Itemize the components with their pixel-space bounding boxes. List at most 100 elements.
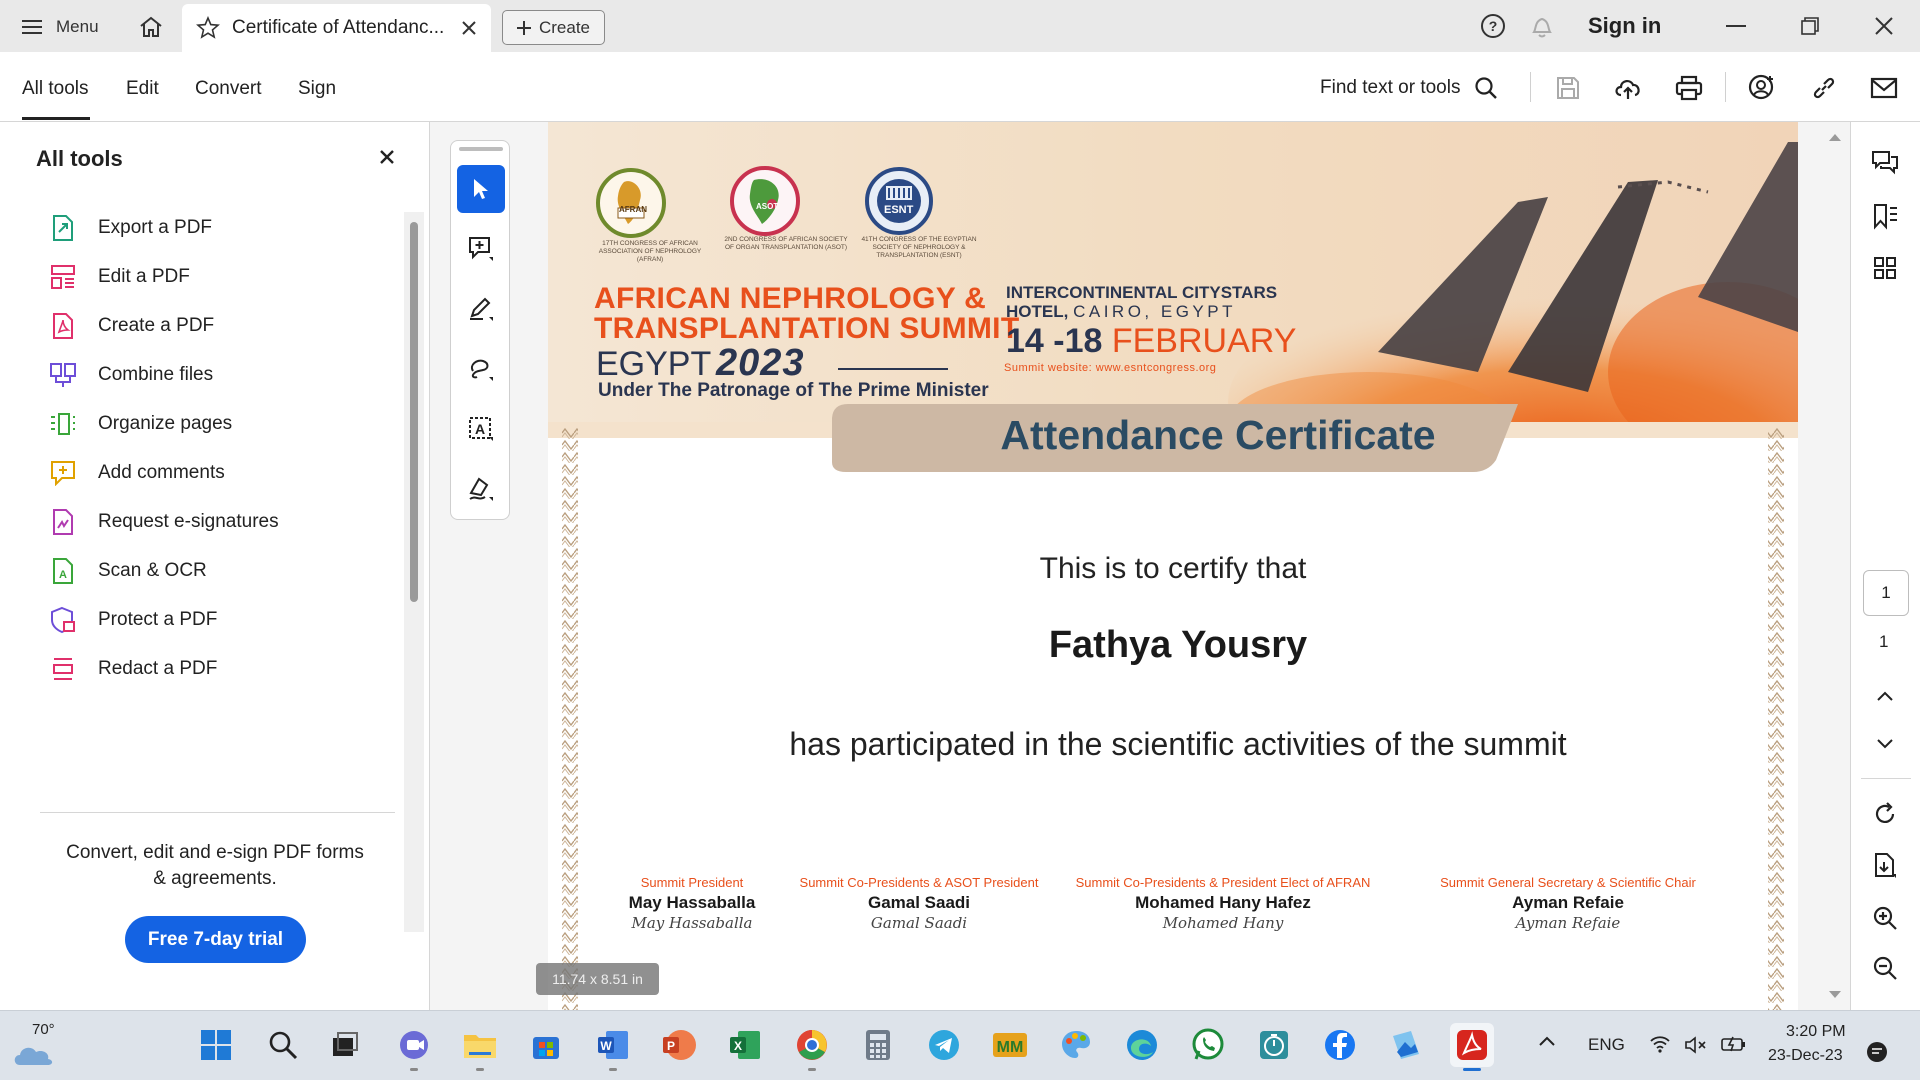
minimize-icon (1726, 25, 1746, 27)
close-window-button[interactable] (1866, 12, 1902, 40)
close-tab-icon[interactable] (461, 20, 477, 36)
request-esign-icon (48, 507, 78, 537)
tool-create-pdf[interactable]: Create a PDF (48, 310, 388, 342)
thumbnails-grid-icon[interactable] (1865, 248, 1905, 288)
tool-combine-files[interactable]: Combine files (48, 359, 388, 391)
create-button[interactable]: Create (502, 10, 605, 45)
tray-overflow-chevron-icon[interactable] (1538, 1035, 1556, 1047)
taskbar-powerpoint[interactable]: P (657, 1023, 701, 1067)
add-comment-tool[interactable] (457, 225, 505, 273)
email-icon[interactable] (1868, 72, 1900, 104)
free-trial-button[interactable]: Free 7-day trial (125, 916, 306, 963)
taskbar-excel[interactable]: X (723, 1023, 767, 1067)
rail-divider (1861, 778, 1911, 779)
taskbar-store[interactable] (524, 1023, 568, 1067)
document-tab[interactable]: Certificate of Attendanc... (182, 4, 491, 52)
taskbar-teams[interactable] (392, 1023, 436, 1071)
all-tools-panel: All tools Export a PDF Edit a PDF Create… (0, 122, 430, 1010)
print-icon[interactable] (1673, 72, 1705, 104)
taskbar-clock-app[interactable] (1252, 1023, 1296, 1067)
tool-organize-pages[interactable]: Organize pages (48, 408, 388, 440)
signature-scribble: Mohamed Hany (1162, 914, 1284, 932)
bookmarks-icon[interactable] (1865, 196, 1905, 236)
tool-protect-pdf[interactable]: Protect a PDF (48, 604, 388, 636)
home-icon (140, 16, 162, 37)
page-up-icon[interactable] (1865, 676, 1905, 716)
panel-close-icon[interactable] (380, 150, 394, 164)
comments-panel-icon[interactable] (1865, 142, 1905, 182)
taskbar-task-view[interactable] (323, 1023, 367, 1067)
tab-sign[interactable]: Sign (298, 78, 336, 100)
link-icon[interactable] (1808, 72, 1840, 104)
notification-center-icon[interactable] (1866, 1041, 1888, 1063)
taskbar-whatsapp[interactable] (1186, 1023, 1230, 1067)
dates-month: FEBRUARY (1111, 322, 1297, 360)
rotate-icon[interactable] (1865, 794, 1905, 834)
scroll-down-icon[interactable] (1828, 990, 1842, 1000)
restore-button[interactable] (1792, 12, 1828, 40)
toolbar-grip[interactable] (459, 147, 503, 151)
venue-city: CAIRO, EGYPT (1073, 302, 1236, 321)
panel-scrollbar[interactable] (410, 222, 418, 602)
taskbar-facebook[interactable] (1318, 1023, 1362, 1067)
sign-tool[interactable] (457, 465, 505, 513)
select-tool-button[interactable] (457, 165, 505, 213)
zoom-in-icon[interactable] (1865, 898, 1905, 938)
esnt-logo (865, 167, 933, 235)
tab-edit[interactable]: Edit (126, 78, 159, 100)
taskbar-chrome[interactable] (790, 1023, 834, 1071)
page-extract-icon[interactable] (1865, 846, 1905, 886)
taskbar-calculator[interactable] (856, 1023, 900, 1067)
cloud-upload-icon[interactable] (1612, 72, 1644, 104)
weather-widget[interactable]: 70° (12, 1021, 72, 1071)
taskbar-photos[interactable] (1384, 1023, 1428, 1067)
tool-add-comments[interactable]: Add comments (48, 457, 388, 489)
highlight-tool[interactable] (457, 285, 505, 333)
star-icon[interactable] (196, 16, 220, 40)
toolbar-separator (1725, 72, 1726, 102)
taskbar-telegram[interactable] (922, 1023, 966, 1067)
help-icon[interactable]: ? (1480, 13, 1506, 39)
asot-logo (730, 166, 800, 236)
tab-all-tools[interactable]: All tools (22, 78, 89, 100)
save-icon[interactable] (1552, 72, 1584, 104)
tool-export-pdf[interactable]: Export a PDF (48, 212, 388, 244)
find-text-or-tools[interactable]: Find text or tools (1320, 76, 1498, 100)
sign-in-link[interactable]: Sign in (1588, 13, 1661, 39)
tool-scan-ocr[interactable]: A Scan & OCR (48, 555, 388, 587)
battery-charging-icon[interactable] (1720, 1035, 1748, 1053)
tool-redact-pdf[interactable]: Redact a PDF (48, 653, 388, 685)
taskbar-mindmanager[interactable]: MM (988, 1023, 1032, 1067)
year-label: 2023 (716, 342, 805, 384)
export-pdf-icon (48, 213, 78, 243)
document-scrollbar[interactable] (1820, 122, 1850, 1010)
minimize-button[interactable] (1718, 12, 1754, 40)
zoom-out-icon[interactable] (1865, 948, 1905, 988)
wifi-icon[interactable] (1650, 1035, 1670, 1053)
scroll-up-icon[interactable] (1828, 132, 1842, 142)
taskbar-edge[interactable] (1120, 1023, 1164, 1067)
taskbar-start[interactable] (194, 1023, 238, 1067)
language-indicator[interactable]: ENG (1588, 1035, 1625, 1055)
page-down-icon[interactable] (1865, 724, 1905, 764)
tool-edit-pdf[interactable]: Edit a PDF (48, 261, 388, 293)
taskbar-file-explorer[interactable] (458, 1023, 502, 1071)
notification-bell-icon[interactable] (1530, 13, 1554, 39)
find-label: Find text or tools (1320, 77, 1461, 98)
share-user-icon[interactable] (1746, 72, 1778, 104)
clock-date[interactable]: 23-Dec-23 (1768, 1047, 1843, 1065)
text-select-tool[interactable]: A (457, 405, 505, 453)
menu-button[interactable]: Menu (22, 12, 99, 42)
current-page-input[interactable]: 1 (1863, 570, 1909, 616)
taskbar-paint[interactable] (1054, 1023, 1098, 1067)
tool-request-esignatures[interactable]: Request e-signatures (48, 506, 388, 538)
cursor-arrow-icon (474, 179, 488, 199)
home-button[interactable] (134, 12, 168, 42)
tab-convert[interactable]: Convert (195, 78, 262, 100)
taskbar-search[interactable] (261, 1023, 305, 1067)
taskbar-acrobat[interactable] (1450, 1023, 1494, 1071)
draw-tool[interactable] (457, 345, 505, 393)
clock-time[interactable]: 3:20 PM (1786, 1023, 1846, 1041)
taskbar-word[interactable]: W (591, 1023, 635, 1071)
volume-muted-icon[interactable] (1684, 1035, 1708, 1055)
